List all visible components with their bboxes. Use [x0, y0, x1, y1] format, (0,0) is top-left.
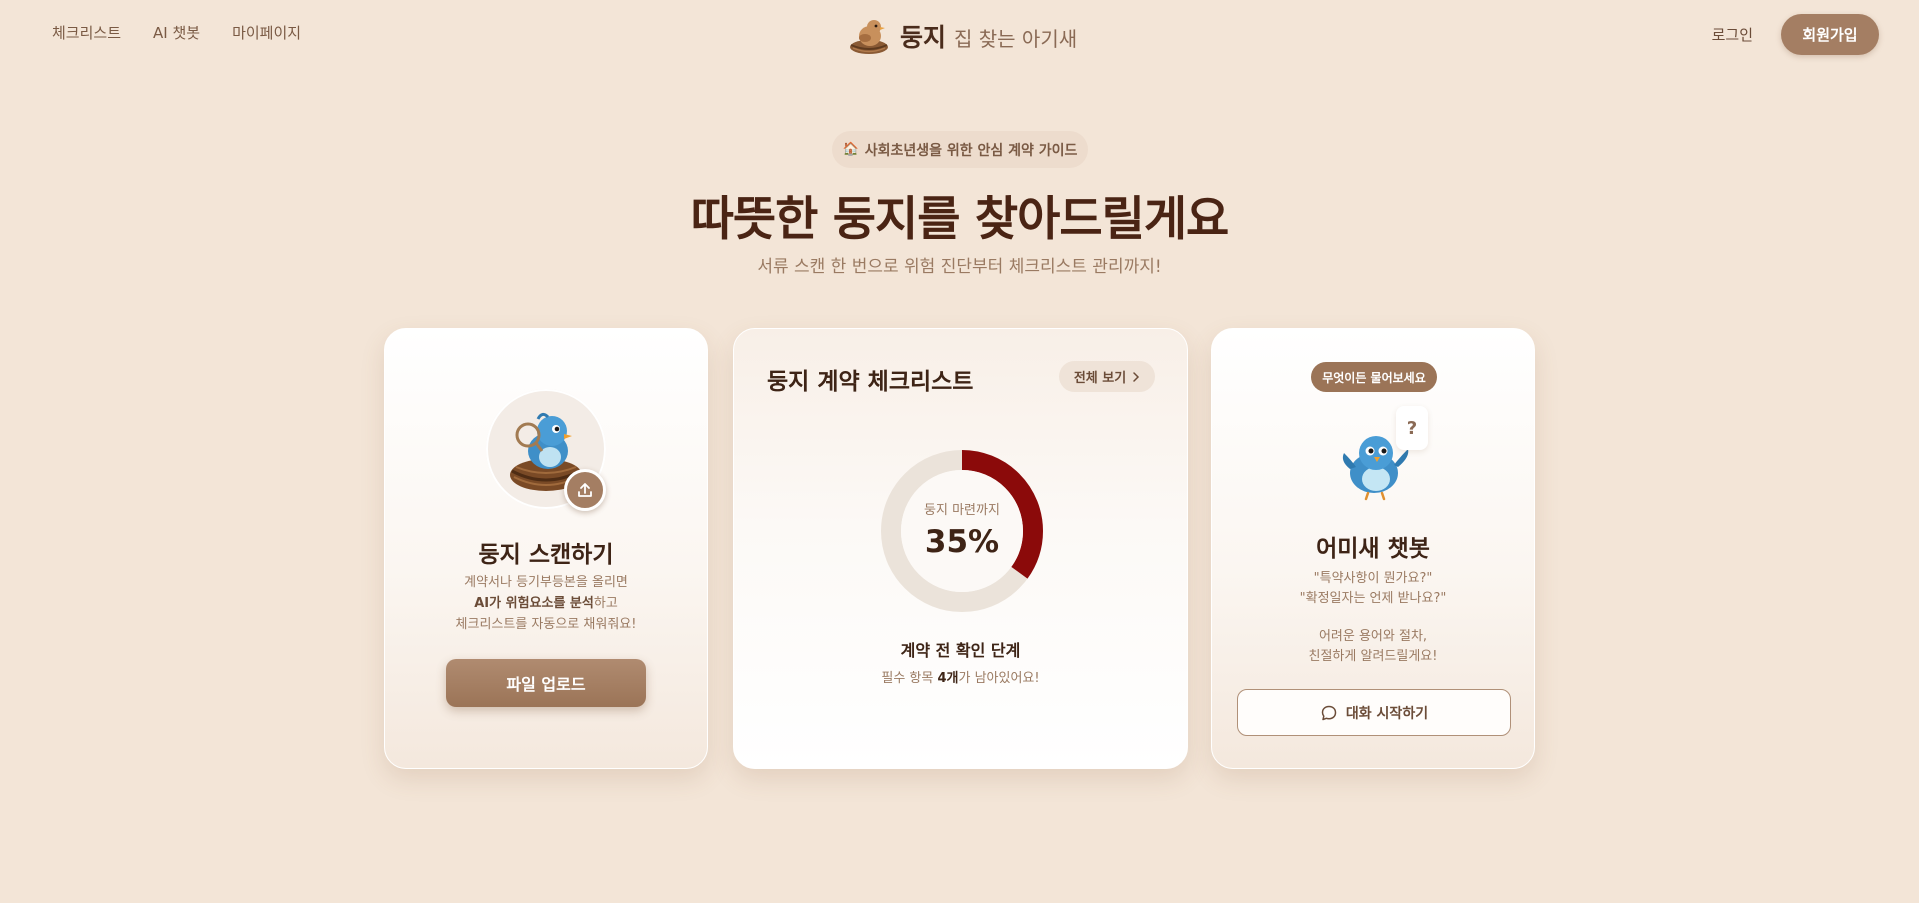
chatbot-card-title: 어미새 챗봇 — [1316, 536, 1430, 562]
upload-icon-button[interactable] — [564, 469, 606, 511]
stage-desc-suffix: 가 남아있어요! — [958, 671, 1040, 686]
progress-label: 둥지 마련까지 — [924, 503, 1000, 518]
scan-card-description: 계약서나 등기부등본을 올리면 AI가 위험요소를 분석하고 체크리스트를 자동… — [385, 572, 707, 635]
hero-badge-text: 사회초년생을 위한 안심 계약 가이드 — [864, 142, 1078, 159]
start-chat-label: 대화 시작하기 — [1345, 705, 1429, 722]
chatbot-desc-line-1: 어려운 용어와 절차, — [1318, 629, 1428, 644]
example-question-1: "특약사항이 뭔가요?" — [1313, 571, 1433, 586]
auth-actions: 로그인 회원가입 — [1712, 14, 1879, 55]
hero-title: 따뜻한 둥지를 찾아드릴게요 — [690, 192, 1230, 247]
top-navbar: 체크리스트 AI 챗봇 마이페이지 둥지 집 찾는 아기새 로그인 회원가입 — [0, 0, 1919, 68]
main-nav: 체크리스트 AI 챗봇 마이페이지 — [52, 22, 301, 43]
checklist-card-title: 둥지 계약 체크리스트 — [767, 369, 974, 395]
view-all-label: 전체 보기 — [1073, 371, 1127, 386]
scan-card: 둥지 스캔하기 계약서나 등기부등본을 올리면 AI가 위험요소를 분석하고 체… — [384, 328, 708, 769]
scan-card-title: 둥지 스캔하기 — [478, 542, 614, 568]
signup-button[interactable]: 회원가입 — [1781, 14, 1879, 55]
login-link[interactable]: 로그인 — [1712, 24, 1753, 45]
brand-logo-link[interactable]: 둥지 집 찾는 아기새 — [848, 16, 1077, 56]
nav-link-ai-chatbot[interactable]: AI 챗봇 — [153, 22, 200, 43]
chat-prompt-badge: 무엇이든 물어보세요 — [1311, 362, 1437, 392]
nav-link-checklist[interactable]: 체크리스트 — [52, 22, 121, 43]
upload-icon — [578, 483, 592, 497]
bird-nest-logo-icon — [850, 20, 888, 54]
example-question-2: "확정일자는 언제 받나요?" — [1299, 591, 1447, 606]
start-chat-button[interactable]: 대화 시작하기 — [1237, 689, 1511, 736]
file-upload-button[interactable]: 파일 업로드 — [446, 659, 646, 707]
brand-tagline: 집 찾는 아기새 — [954, 27, 1078, 51]
scan-desc-line-2: AI가 위험요소를 분석하고 — [385, 593, 707, 614]
question-bubble: ? — [1396, 406, 1428, 450]
stage-title: 계약 전 확인 단계 — [900, 641, 1021, 660]
chatbot-desc-line-2: 친절하게 알려드릴게요! — [1308, 649, 1438, 664]
hero-subtitle: 서류 스캔 한 번으로 위험 진단부터 체크리스트 관리까지! — [757, 257, 1162, 277]
checklist-card: 둥지 계약 체크리스트 전체 보기 둥지 마련까지 35% 계약 전 확인 단계… — [733, 328, 1188, 769]
chatbot-card-description: "특약사항이 뭔가요?" "확정일자는 언제 받나요?" 어려운 용어와 절차,… — [1212, 569, 1534, 667]
view-all-button[interactable]: 전체 보기 — [1059, 361, 1155, 392]
progress-percent: 35% — [924, 524, 1000, 560]
house-icon: 🏠 — [842, 142, 859, 157]
scan-desc-highlight: AI가 위험요소를 분석 — [474, 596, 594, 611]
chevron-right-icon — [1133, 371, 1140, 382]
chatbot-card: 무엇이든 물어보세요 ? 어미새 챗봇 "특약사항이 뭔가요?" "확정일자는 … — [1211, 328, 1535, 769]
hero-badge: 🏠 사회초년생을 위한 안심 계약 가이드 — [832, 131, 1088, 168]
remaining-count: 4개 — [937, 671, 959, 686]
nav-link-mypage[interactable]: 마이페이지 — [232, 22, 301, 43]
stage-desc-prefix: 필수 항목 — [881, 671, 938, 686]
stage-description: 필수 항목 4개가 남아있어요! — [734, 667, 1187, 686]
speech-bubble-icon — [1321, 705, 1337, 720]
scan-desc-line-3: 체크리스트를 자동으로 채워줘요! — [455, 617, 637, 632]
scan-desc-line-2-rest: 하고 — [593, 596, 618, 611]
scan-desc-line-1: 계약서나 등기부등본을 올리면 — [464, 575, 628, 590]
brand-name: 둥지 — [900, 23, 947, 52]
